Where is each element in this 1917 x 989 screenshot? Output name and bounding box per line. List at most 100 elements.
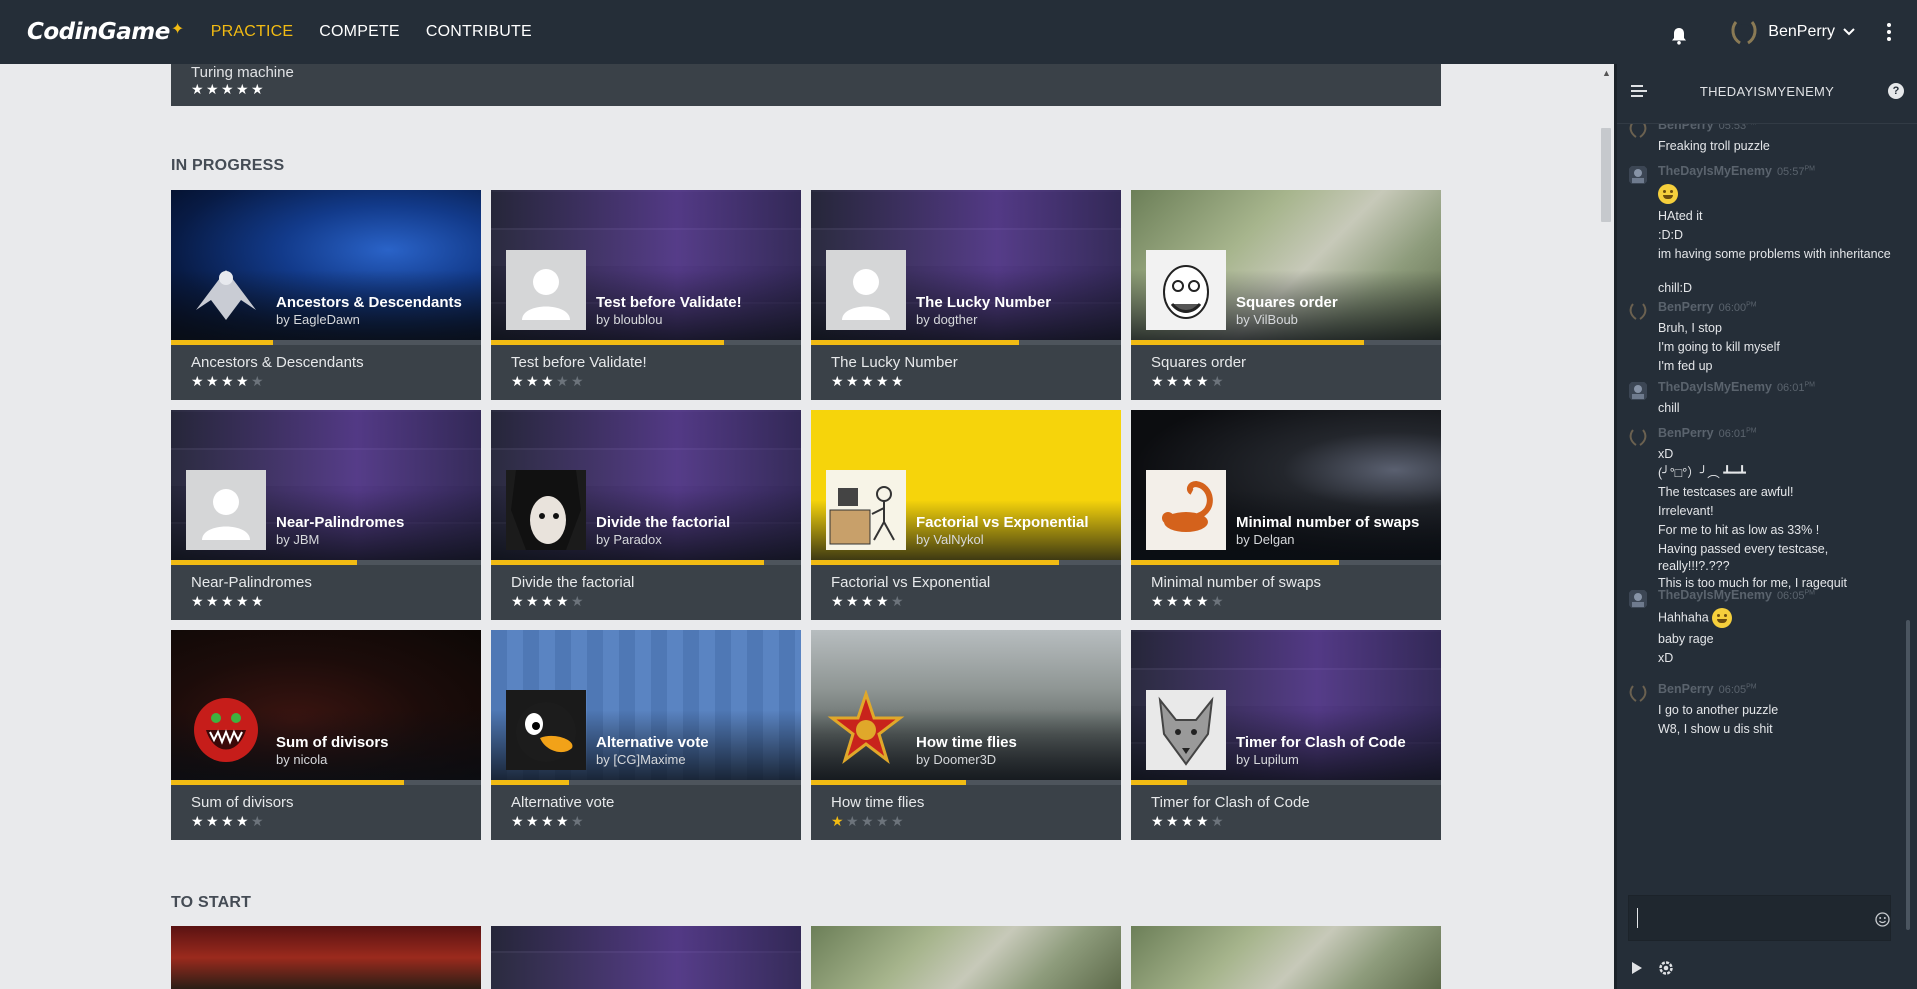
user-menu[interactable]: BenPerry <box>1726 14 1855 50</box>
puzzle-card[interactable] <box>491 926 801 989</box>
user-avatar-icon[interactable] <box>1627 380 1649 402</box>
star-icon: ★ <box>206 813 219 829</box>
star-icon: ★ <box>861 373 874 389</box>
puzzle-author: by EagleDawn <box>276 312 360 327</box>
puzzle-card[interactable] <box>811 926 1121 989</box>
puzzle-card[interactable]: Divide the factorial by Paradox Divide t… <box>491 410 801 620</box>
chat-timestamp: 06:05PM <box>1776 589 1815 602</box>
star-icon: ★ <box>846 593 859 609</box>
puzzle-card[interactable]: Ancestors & Descendants by EagleDawn Anc… <box>171 190 481 400</box>
puzzle-card[interactable] <box>1131 926 1441 989</box>
star-icon: ★ <box>221 813 234 829</box>
chat-message-text: Bruh, I stop <box>1658 321 1722 335</box>
progress-bar <box>811 340 1121 345</box>
chat-message-text: Having passed every testcase, really!!!?… <box>1658 542 1829 573</box>
star-icon: ★ <box>891 593 904 609</box>
star-icon: ★ <box>891 373 904 389</box>
puzzle-title: Divide the factorial <box>596 514 731 531</box>
chat-message-text: I'm fed up <box>1658 359 1713 373</box>
puzzle-card[interactable]: Near-Palindromes by JBM Near-Palindromes… <box>171 410 481 620</box>
puzzle-card[interactable]: Alternative vote by [CG]Maxime Alternati… <box>491 630 801 840</box>
progress-bar <box>171 780 481 785</box>
chat-input[interactable] <box>1628 895 1891 941</box>
puzzle-cover: Timer for Clash of Code by Lupilum <box>1131 630 1441 780</box>
star-icon: ★ <box>1181 593 1194 609</box>
to-start-grid <box>171 926 1441 989</box>
star-icon: ★ <box>221 593 234 609</box>
rating-stars: ★ ★ ★ ★ ★ <box>831 374 906 389</box>
chat-message-text: Irrelevant! <box>1658 504 1714 518</box>
puzzle-card[interactable] <box>171 926 481 989</box>
puzzle-title: Near-Palindromes <box>276 514 405 531</box>
progress-bar <box>811 560 1121 565</box>
puzzle-cover: Minimal number of swaps by Delgan <box>1131 410 1441 560</box>
user-avatar-icon[interactable] <box>1627 426 1649 448</box>
chat-timestamp: 06:01PM <box>1776 381 1815 394</box>
nav-contribute[interactable]: CONTRIBUTE <box>426 23 532 41</box>
bell-icon[interactable] <box>1665 22 1693 50</box>
play-icon[interactable] <box>1631 961 1643 975</box>
puzzle-cover: Sum of divisors by nicola <box>171 630 481 780</box>
star-icon: ★ <box>191 813 204 829</box>
puzzle-card-partial[interactable]: Turing machine ★ ★ ★ ★ ★ <box>171 64 1441 106</box>
chat-message-text: xD <box>1658 651 1674 665</box>
chat-username[interactable]: TheDayIsMyEnemy <box>1658 588 1772 602</box>
nav-practice[interactable]: PRACTICE <box>211 23 294 41</box>
puzzle-author: by dogther <box>916 312 978 327</box>
chat-timestamp: 06:05PM <box>1718 683 1757 696</box>
chat-message-text: For me to hit as low as 33% ! <box>1658 523 1820 537</box>
puzzle-author: by bloublou <box>596 312 663 327</box>
user-avatar-icon[interactable] <box>1627 124 1649 140</box>
chat-username[interactable]: TheDayIsMyEnemy <box>1658 380 1772 394</box>
chat-timestamp: 06:00PM <box>1718 301 1757 314</box>
star-icon: ★ <box>1166 813 1179 829</box>
main-scrollbar[interactable]: ▲ <box>1598 64 1614 989</box>
rating-stars: ★ ★ ★ ★ ★ <box>511 814 586 829</box>
chat-username[interactable]: BenPerry <box>1658 300 1714 314</box>
puzzle-card[interactable]: Sum of divisors by nicola Sum of divisor… <box>171 630 481 840</box>
kebab-menu-icon[interactable] <box>1879 17 1899 47</box>
star-icon: ★ <box>876 593 889 609</box>
chat-scrollbar[interactable] <box>1906 620 1910 930</box>
user-avatar-icon[interactable] <box>1627 682 1649 704</box>
star-icon: ★ <box>251 81 264 97</box>
gear-icon[interactable] <box>1657 959 1675 977</box>
chat-username[interactable]: BenPerry <box>1658 682 1714 696</box>
star-icon: ★ <box>861 813 874 829</box>
chat-username[interactable]: TheDayIsMyEnemy <box>1658 164 1772 178</box>
rating-stars: ★ ★ ★ ★ ★ <box>511 374 586 389</box>
user-avatar-icon[interactable] <box>1627 300 1649 322</box>
smiley-icon[interactable] <box>1875 912 1890 927</box>
chat-message-text: :D:D <box>1658 228 1683 242</box>
help-icon[interactable]: ? <box>1888 83 1904 99</box>
chat-username[interactable]: BenPerry <box>1658 426 1714 440</box>
rating-stars: ★ ★ ★ ★ ★ <box>191 82 266 97</box>
star-icon: ★ <box>1196 813 1209 829</box>
chat-message-text: The testcases are awful! <box>1658 485 1794 499</box>
codingame-logo[interactable]: CodinGame✦ <box>27 19 184 45</box>
scroll-up-arrow-icon[interactable]: ▲ <box>1602 68 1611 78</box>
puzzle-card[interactable]: The Lucky Number by dogther The Lucky Nu… <box>811 190 1121 400</box>
star-icon: ★ <box>236 81 249 97</box>
puzzle-card[interactable]: Test before Validate! by bloublou Test b… <box>491 190 801 400</box>
user-avatar-icon[interactable] <box>1627 588 1649 610</box>
puzzle-card[interactable]: How time flies by Doomer3D How time flie… <box>811 630 1121 840</box>
user-avatar-icon[interactable] <box>1627 164 1649 186</box>
puzzle-card[interactable]: Squares order by VilBoub Squares order ★… <box>1131 190 1441 400</box>
puzzle-card[interactable]: Timer for Clash of Code by Lupilum Timer… <box>1131 630 1441 840</box>
chat-username[interactable]: BenPerry <box>1658 124 1714 132</box>
nav-compete[interactable]: COMPETE <box>319 23 400 41</box>
chat-message-text: I'm going to kill myself <box>1658 340 1780 354</box>
star-icon: ★ <box>191 593 204 609</box>
star-icon: ★ <box>1151 373 1164 389</box>
scrollbar-thumb[interactable] <box>1601 128 1611 222</box>
progress-bar <box>1131 560 1441 565</box>
star-icon: ★ <box>251 593 264 609</box>
progress-bar <box>171 560 481 565</box>
puzzle-card[interactable]: Minimal number of swaps by Delgan Minima… <box>1131 410 1441 620</box>
puzzle-cover: Divide the factorial by Paradox <box>491 410 801 560</box>
puzzle-author: by [CG]Maxime <box>596 752 686 767</box>
puzzle-card[interactable]: Factorial vs Exponential by ValNykol Fac… <box>811 410 1121 620</box>
chat-footer <box>1617 949 1917 989</box>
chat-message-text: (╯°□°）╯︵ ┻━┻ <box>1658 466 1746 480</box>
